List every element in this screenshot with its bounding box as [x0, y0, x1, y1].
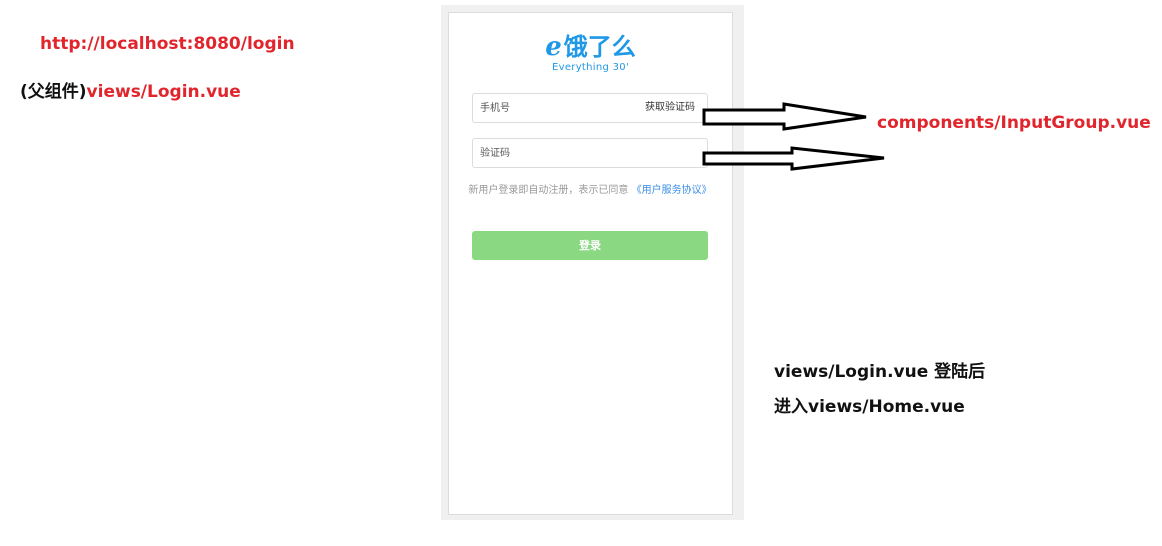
arrow-right-icon — [702, 146, 885, 171]
annotation-arrows — [702, 102, 885, 171]
arrow-right-icon — [702, 102, 867, 131]
